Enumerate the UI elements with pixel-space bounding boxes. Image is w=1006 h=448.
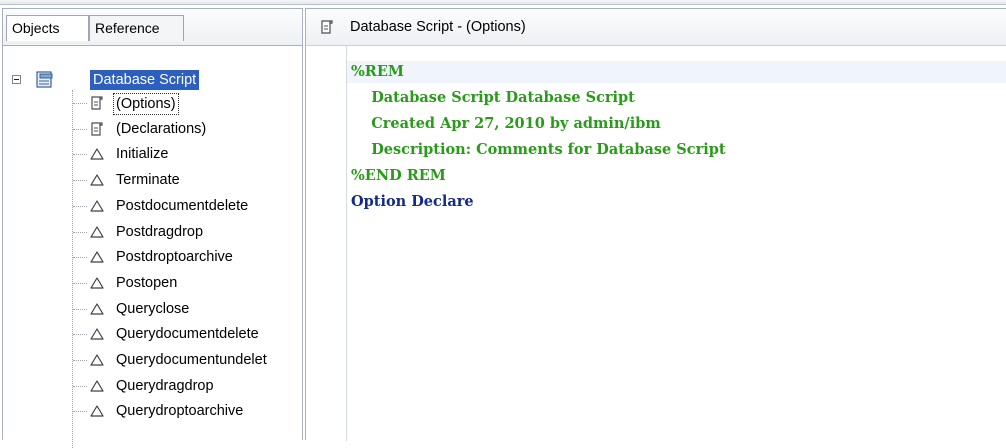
tab-objects[interactable]: Objects: [6, 15, 89, 41]
triangle-icon: [90, 405, 104, 417]
database-script-icon: [36, 71, 53, 88]
objects-panel: Objects Reference Database Script (Optio…: [2, 8, 303, 448]
tree-connector: [73, 360, 87, 361]
triangle-icon: [90, 380, 104, 392]
tree-connector: [73, 128, 87, 130]
tree-item[interactable]: Initialize: [116, 144, 168, 164]
panel-tabbar: Objects Reference: [3, 9, 302, 46]
tab-reference[interactable]: Reference: [89, 15, 184, 41]
triangle-icon: [90, 302, 104, 315]
top-border: [0, 0, 1006, 5]
script-icon: [321, 20, 333, 34]
tree-root-database-script[interactable]: Database Script: [90, 70, 200, 90]
tree-item[interactable]: Querydocumentdelete: [116, 324, 259, 344]
code-line: Description: Comments for Database Scrip…: [351, 141, 726, 158]
triangle-icon: [90, 174, 104, 186]
script-editor-pane: Database Script - (Options) %REM Databas…: [305, 8, 1006, 441]
script-icon: [91, 122, 103, 136]
tree-item[interactable]: Querydragdrop: [116, 376, 214, 396]
triangle-icon: [90, 200, 104, 212]
tree-item[interactable]: Postdragdrop: [116, 222, 203, 242]
code-line: %REM: [351, 63, 404, 80]
editor-header: Database Script - (Options): [306, 9, 1006, 46]
triangle-icon: [90, 328, 104, 340]
tree-connector: [73, 282, 87, 284]
tree-item[interactable]: Queryclose: [116, 299, 189, 319]
tree-item[interactable]: Terminate: [116, 170, 180, 190]
triangle-icon: [90, 354, 104, 366]
code-line: Option Declare: [351, 193, 474, 210]
tree-connector: [73, 180, 87, 182]
tree-connector: [73, 334, 87, 336]
tree-connector: [73, 231, 87, 233]
tree-connector: [73, 257, 87, 259]
tree-guide-line: [72, 90, 73, 448]
editor-gutter: [346, 46, 347, 441]
editor-title: Database Script - (Options): [350, 19, 526, 35]
tree-connector: [73, 154, 87, 156]
tree-item[interactable]: Postdocumentdelete: [116, 196, 248, 216]
triangle-icon: [90, 277, 104, 289]
object-tree: Database Script (Options) (Declarations) I…: [3, 46, 302, 448]
tree-item[interactable]: (Declarations): [116, 119, 206, 139]
tree-item[interactable]: (Options): [113, 93, 179, 115]
tree-item[interactable]: Postopen: [116, 273, 177, 293]
tree-item[interactable]: Querydroptoarchive: [116, 401, 243, 421]
triangle-icon: [90, 148, 104, 160]
tree-connector: [73, 385, 87, 387]
code-line: Database Script Database Script: [351, 89, 635, 106]
tree-connector: [73, 205, 87, 207]
tree-connector: [73, 308, 87, 310]
tree-connector: [73, 411, 87, 413]
collapse-toggle-icon[interactable]: [12, 75, 21, 84]
code-line: Created Apr 27, 2010 by admin/ibm: [351, 115, 661, 132]
triangle-icon: [90, 251, 104, 263]
tree-item[interactable]: Querydocumentundelet: [116, 350, 267, 370]
code-line: %END REM: [351, 167, 446, 184]
triangle-icon: [90, 225, 104, 238]
script-icon: [91, 96, 103, 110]
current-line-highlight: [347, 61, 1006, 83]
tree-connector: [73, 103, 87, 104]
tree-item[interactable]: Postdroptoarchive: [116, 247, 233, 267]
